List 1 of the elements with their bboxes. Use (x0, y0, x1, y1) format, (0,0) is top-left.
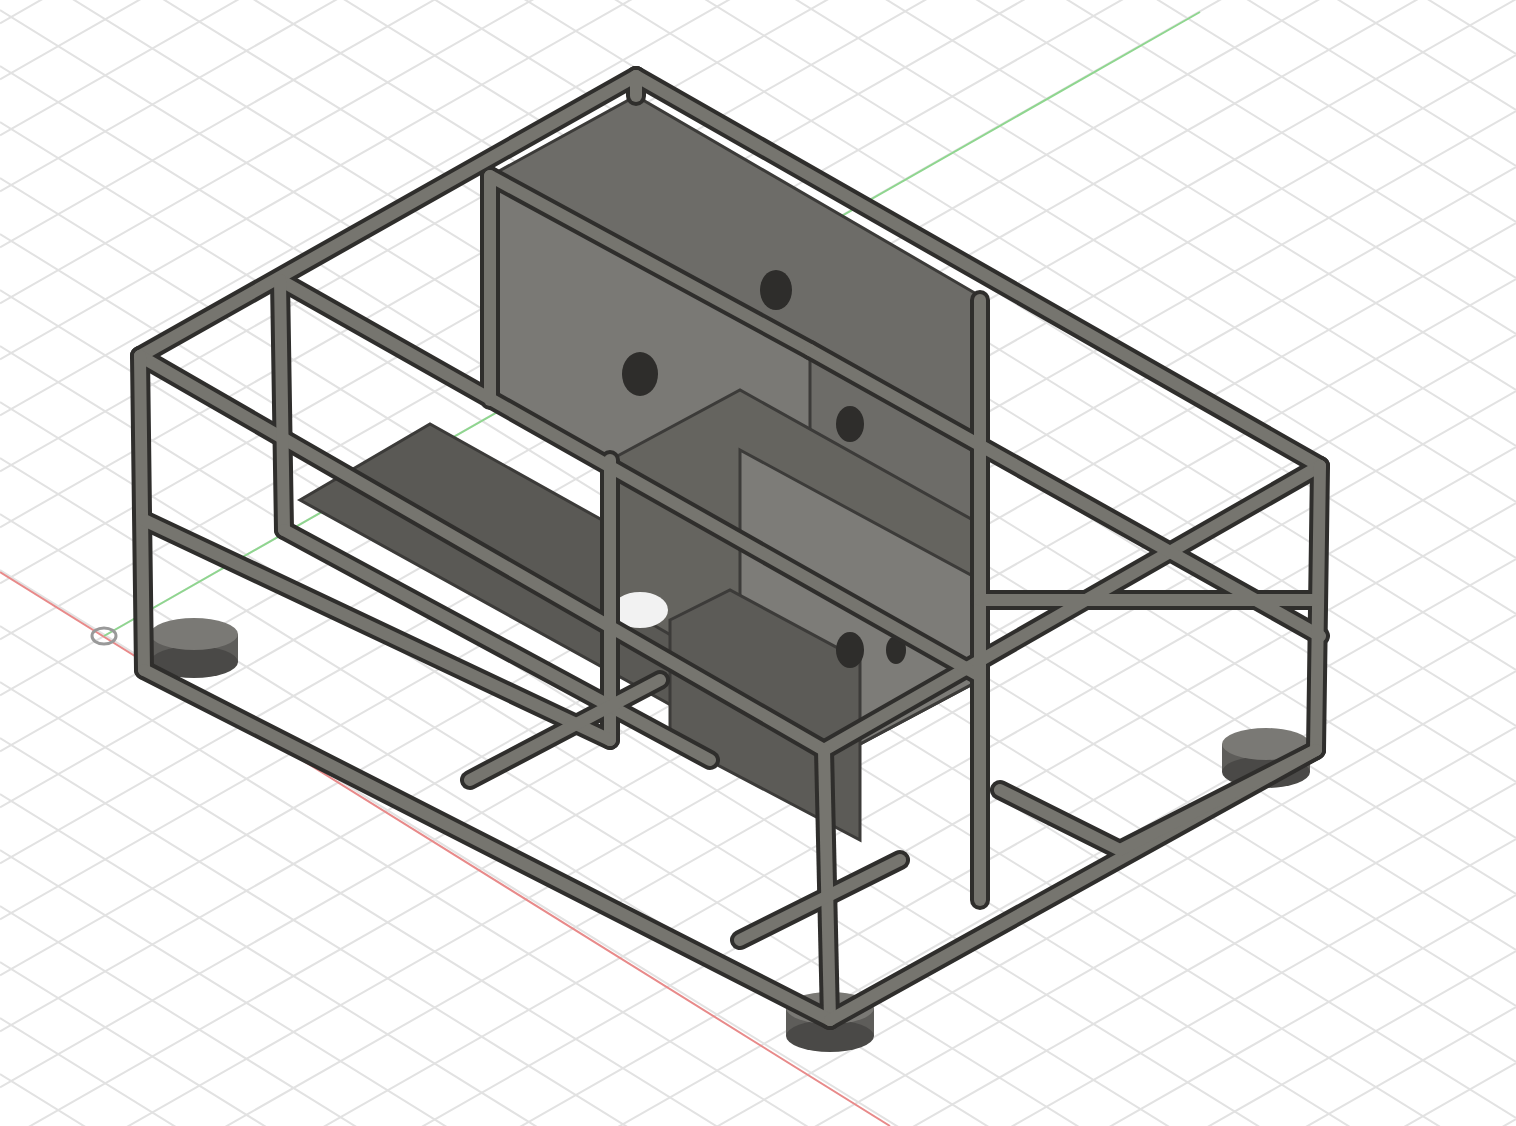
origin-icon (90, 626, 118, 646)
